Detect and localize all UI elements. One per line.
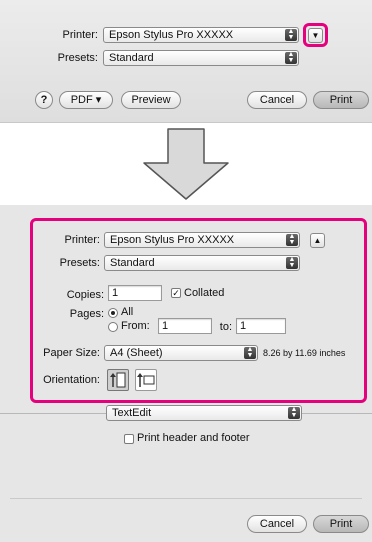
cancel-button[interactable]: Cancel: [247, 515, 307, 533]
paper-size-popup[interactable]: A4 (Sheet) ▲ ▼: [104, 345, 258, 361]
print-button[interactable]: Print: [313, 515, 369, 533]
pages-from-field[interactable]: 1: [158, 318, 212, 334]
popup-stepper-icon: ▲ ▼: [285, 51, 297, 64]
expanded-print-dialog: Printer: Epson Stylus Pro XXXXX ▲ ▼ ▲ Pre…: [0, 205, 372, 542]
portrait-icon: [110, 372, 126, 388]
copies-field[interactable]: 1: [108, 285, 162, 301]
pages-from-label: From:: [121, 320, 150, 332]
presets-popup[interactable]: Standard ▲ ▼: [103, 50, 299, 66]
landscape-orientation-button[interactable]: [135, 369, 157, 391]
pdf-button-label: PDF ▾: [70, 94, 102, 106]
presets-label: Presets:: [59, 257, 100, 269]
down-arrow-icon: [143, 128, 229, 200]
app-settings-popup[interactable]: TextEdit ▲ ▼: [106, 405, 302, 421]
printer-popup[interactable]: Epson Stylus Pro XXXXX ▲ ▼: [103, 27, 299, 43]
paper-size-dims: 8.26 by 11.69 inches: [263, 348, 346, 358]
paper-size-value: A4 (Sheet): [110, 347, 163, 359]
cancel-button-label: Cancel: [259, 518, 295, 530]
popup-stepper-icon: ▲ ▼: [244, 346, 256, 359]
collated-checkbox[interactable]: ✓: [171, 288, 181, 298]
cancel-button-label: Cancel: [259, 94, 295, 106]
print-button-label: Print: [329, 518, 353, 530]
header-footer-checkbox[interactable]: [124, 434, 134, 444]
print-button-label: Print: [329, 94, 353, 106]
landscape-icon: [137, 373, 155, 387]
popup-stepper-icon: ▲ ▼: [288, 406, 300, 419]
pages-from-value: 1: [162, 320, 169, 332]
presets-label: Presets:: [57, 52, 98, 64]
pages-to-field[interactable]: 1: [236, 318, 286, 334]
presets-popup[interactable]: Standard ▲ ▼: [104, 255, 300, 271]
paper-size-label: Paper Size:: [43, 347, 100, 359]
header-footer-label: Print header and footer: [137, 432, 250, 444]
copies-value: 1: [112, 287, 119, 299]
pages-label: Pages:: [69, 308, 104, 320]
presets-value: Standard: [109, 52, 154, 64]
preview-button-label: Preview: [131, 94, 171, 106]
cancel-button[interactable]: Cancel: [247, 91, 307, 109]
popup-stepper-icon: ▲ ▼: [285, 28, 297, 41]
collapsed-print-dialog: Printer: Epson Stylus Pro XXXXX ▲ ▼ ▼ Pre…: [0, 0, 372, 123]
printer-value: Epson Stylus Pro XXXXX: [110, 234, 235, 246]
collated-label: Collated: [184, 287, 225, 299]
printer-value: Epson Stylus Pro XXXXX: [109, 29, 234, 41]
pages-all-radio[interactable]: [108, 308, 118, 318]
app-popup-value: TextEdit: [112, 407, 152, 419]
copies-label: Copies:: [66, 289, 104, 301]
portrait-orientation-button[interactable]: [107, 369, 129, 391]
help-icon: ?: [40, 94, 48, 106]
expand-disclosure-button[interactable]: ▼: [308, 28, 323, 43]
preview-button[interactable]: Preview: [121, 91, 181, 109]
pdf-button[interactable]: PDF ▾: [59, 91, 113, 109]
pages-to-label: to:: [219, 321, 232, 333]
pages-from-radio[interactable]: [108, 322, 118, 332]
printer-label: Printer:: [62, 29, 98, 41]
orientation-label: Orientation:: [43, 374, 100, 386]
pages-all-label: All: [121, 306, 134, 318]
popup-stepper-icon: ▲ ▼: [286, 233, 298, 246]
pages-to-value: 1: [240, 320, 247, 332]
printer-label: Printer:: [64, 234, 100, 246]
help-button[interactable]: ?: [35, 91, 53, 109]
popup-stepper-icon: ▲ ▼: [286, 256, 298, 269]
footer-divider: [10, 498, 362, 499]
print-button[interactable]: Print: [313, 91, 369, 109]
collapse-disclosure-button[interactable]: ▲: [310, 233, 325, 248]
printer-popup[interactable]: Epson Stylus Pro XXXXX ▲ ▼: [104, 232, 300, 248]
presets-value: Standard: [110, 257, 155, 269]
